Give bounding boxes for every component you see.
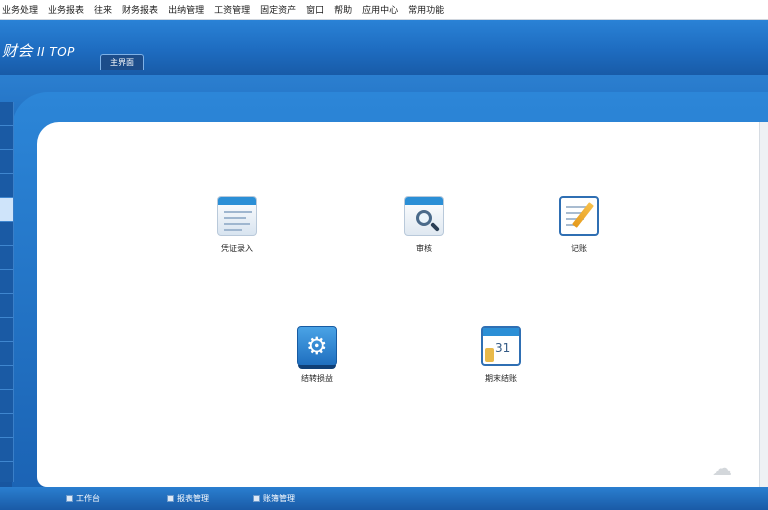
- app-logo: 财会 II TOP: [2, 40, 75, 61]
- sidebar-segment[interactable]: [0, 390, 13, 414]
- audit-label[interactable]: 审核: [384, 243, 464, 254]
- carry-forward-tile[interactable]: ⚙ 结转损益: [277, 326, 357, 384]
- sidebar-segment[interactable]: [0, 294, 13, 318]
- gear-icon[interactable]: ⚙: [297, 326, 337, 369]
- sidebar-segment[interactable]: [0, 102, 13, 126]
- sidebar-segment[interactable]: [0, 246, 13, 270]
- menu-item-help[interactable]: 帮助: [334, 3, 352, 16]
- calendar-day: 31: [495, 341, 511, 355]
- tab-main[interactable]: 主界面: [100, 54, 144, 70]
- window-icon: [167, 494, 174, 502]
- bottom-taskbar: [0, 487, 768, 510]
- menu-bar: 业务处理 业务报表 往来 财务报表 出纳管理 工资管理 固定资产 窗口 帮助 应…: [0, 0, 768, 20]
- sidebar-segment[interactable]: [0, 222, 13, 246]
- bottom-tab-report-management[interactable]: 报表管理: [167, 492, 209, 504]
- watermark-icon: ☁: [712, 456, 732, 480]
- carry-forward-label[interactable]: 结转损益: [277, 373, 357, 384]
- sidebar-segment[interactable]: [0, 438, 13, 462]
- voucher-form-icon[interactable]: [217, 196, 257, 236]
- bottom-tab-ledger-management[interactable]: 账簿管理: [253, 492, 295, 504]
- sidebar-segment[interactable]: [0, 414, 13, 438]
- logo-text: 财会: [2, 42, 34, 60]
- sidebar-segment[interactable]: [0, 270, 13, 294]
- period-end-label[interactable]: 期末结账: [461, 373, 541, 384]
- posting-tile[interactable]: 记账: [539, 196, 619, 254]
- voucher-entry-tile[interactable]: 凭证录入: [197, 196, 277, 254]
- menu-item-business-reports[interactable]: 业务报表: [48, 3, 84, 16]
- vertical-scrollbar[interactable]: [759, 122, 768, 487]
- menu-item-accounts[interactable]: 往来: [94, 3, 112, 16]
- logo-suffix: II TOP: [37, 45, 75, 59]
- menu-item-app-center[interactable]: 应用中心: [362, 3, 398, 16]
- bottom-tab-label[interactable]: 账簿管理: [263, 493, 295, 504]
- menu-item-business[interactable]: 业务处理: [2, 3, 38, 16]
- menu-item-financial-reports[interactable]: 财务报表: [122, 3, 158, 16]
- bottom-tab-workbench[interactable]: 工作台: [66, 492, 100, 504]
- menu-item-window[interactable]: 窗口: [306, 3, 324, 16]
- menu-item-fixed-assets[interactable]: 固定资产: [260, 3, 296, 16]
- period-end-tile[interactable]: 31 期末结账: [461, 326, 541, 384]
- sidebar-segment[interactable]: [0, 174, 13, 198]
- audit-tile[interactable]: 审核: [384, 196, 464, 254]
- sidebar-segment-active[interactable]: [0, 198, 13, 222]
- main-panel: [37, 122, 768, 487]
- menu-item-common-functions[interactable]: 常用功能: [408, 3, 444, 16]
- notepad-pen-icon[interactable]: [559, 196, 599, 236]
- bottom-tab-label[interactable]: 工作台: [76, 493, 100, 504]
- bottom-tab-label[interactable]: 报表管理: [177, 493, 209, 504]
- sidebar-segment[interactable]: [0, 366, 13, 390]
- sidebar-segment[interactable]: [0, 126, 13, 150]
- calendar-icon[interactable]: 31: [481, 326, 521, 366]
- sidebar-segment[interactable]: [0, 342, 13, 366]
- magnifier-document-icon[interactable]: [404, 196, 444, 236]
- left-sidebar: [0, 102, 14, 482]
- menu-item-cashier[interactable]: 出纳管理: [168, 3, 204, 16]
- sidebar-segment[interactable]: [0, 318, 13, 342]
- window-icon: [253, 494, 260, 502]
- voucher-entry-label[interactable]: 凭证录入: [197, 243, 277, 254]
- window-icon: [66, 494, 73, 502]
- sidebar-segment[interactable]: [0, 150, 13, 174]
- menu-item-payroll[interactable]: 工资管理: [214, 3, 250, 16]
- posting-label[interactable]: 记账: [539, 243, 619, 254]
